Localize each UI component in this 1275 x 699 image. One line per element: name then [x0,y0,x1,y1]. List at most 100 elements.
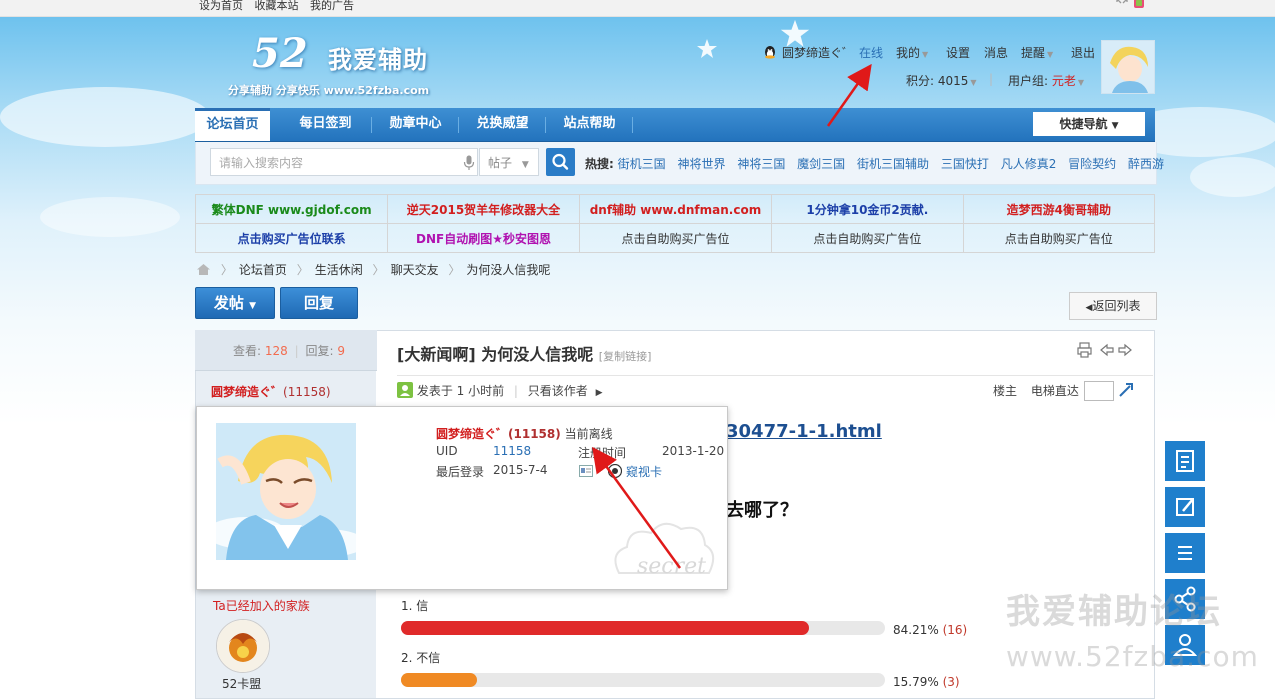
hot-word-link[interactable]: 神将世界 [677,157,725,171]
breadcrumb-separator: 〉 [296,263,309,277]
ad-cell[interactable]: 造梦西游4衡哥辅助 [962,194,1156,224]
breadcrumb-separator: 〉 [220,263,233,277]
ad-cell[interactable]: 点击购买广告位联系 [194,223,389,253]
hot-word-link[interactable]: 三国快打 [941,157,989,171]
ad-cell[interactable]: dnf辅助 www.dnfman.com [578,194,773,224]
divider [397,375,1153,376]
ad-cell[interactable]: 点击自助购买广告位 [578,223,773,253]
only-author-link[interactable]: 只看该作者 [528,384,588,398]
usergroup-menu[interactable]: 用户组: 元老 ▼ [1008,72,1084,89]
floor-number-input[interactable] [1084,381,1114,401]
peek-card-link[interactable]: 窥视卡 [626,463,662,480]
family-name[interactable]: 52卡盟 [222,675,261,692]
hot-word-link[interactable]: 街机三国辅助 [857,157,929,171]
poll-bar-track [401,621,885,635]
breadcrumb-forum-home[interactable]: 论坛首页 [239,263,287,277]
new-post-button[interactable]: 发帖 ▼ [195,287,275,319]
family-heading: Ta已经加入的家族 [213,599,310,613]
bookmark-link[interactable]: 收藏本站 [255,0,299,12]
color-theme-icon[interactable] [1134,0,1144,8]
nav-daily-signin[interactable]: 每日签到 [282,108,369,141]
reply-button[interactable]: 回复 [280,287,358,319]
my-menu[interactable]: 我的 ▼ [896,44,928,61]
ad-cell[interactable]: 逆天2015贺羊年修改器大全 [387,194,580,224]
logout-link[interactable]: 退出 [1071,44,1095,61]
microphone-icon[interactable] [463,155,475,171]
copy-link-button[interactable]: [复制链接] [599,350,652,363]
my-ads-link[interactable]: 我的广告 [310,0,354,12]
search-type-select[interactable]: 帖子 ▼ [479,148,539,176]
messages-link[interactable]: 消息 [984,44,1008,61]
views-label: 查看: [233,344,262,358]
print-icon[interactable] [1077,342,1092,358]
top-right-icons [1116,0,1146,13]
next-thread-icon[interactable] [1118,343,1132,357]
breadcrumb-current[interactable]: 为何没人信我呢 [466,263,550,277]
ad-row: 繁体DNF www.gjdof.com 逆天2015贺羊年修改器大全 dnf辅助… [194,194,1156,224]
hot-word-link[interactable]: 醉西游 [1128,157,1164,171]
post-question: 去哪了？ [726,500,798,521]
reminders-menu[interactable]: 提醒 ▼ [1021,44,1053,61]
search-placeholder: 请输入搜索内容 [219,156,304,170]
my-menu-label: 我的 [896,46,921,60]
ad-cell[interactable]: 1分钟拿10金币2贡献. [771,194,964,224]
replies-count: 9 [337,344,345,358]
go-floor-icon[interactable] [1118,382,1134,398]
quick-nav-button[interactable]: 快捷导航 ▼ [1033,112,1145,136]
post-link[interactable]: 30477-1-1.html [726,421,882,442]
breadcrumb-chat[interactable]: 聊天交友 [391,263,439,277]
star-icon [697,39,717,58]
user-avatar[interactable] [1101,40,1155,94]
logo-title[interactable]: 我爱辅助 [328,40,428,75]
nav-site-help[interactable]: 站点帮助 [546,108,633,141]
nav-forum-home[interactable]: 论坛首页 [195,108,270,141]
search-button[interactable] [546,148,575,176]
hot-word-link[interactable]: 凡人修真2 [1001,157,1057,171]
hot-word-link[interactable]: 魔剑三国 [797,157,845,171]
nav-exchange-prestige[interactable]: 兑换威望 [459,108,546,141]
back-to-list-button[interactable]: ◀返回列表 [1069,292,1157,320]
profile-card-icon[interactable] [579,465,593,477]
ad-cell[interactable]: 点击自助购买广告位 [962,223,1156,253]
set-homepage-link[interactable]: 设为首页 [199,0,243,12]
online-status-link[interactable]: 在线 [859,44,883,61]
home-icon[interactable] [196,263,211,276]
previous-thread-icon[interactable] [1100,343,1114,357]
poll-bar-fill [401,673,477,687]
views-count: 128 [264,344,288,358]
thread-tools [1077,342,1137,361]
username-link[interactable]: 圆梦缔造ぐ゛ [782,44,854,61]
side-edit-button[interactable] [1165,487,1205,527]
hot-word-link[interactable]: 神将三国 [737,157,785,171]
poll-bar-track [401,673,885,687]
points-menu[interactable]: 积分: 4015 ▼ [906,72,977,89]
poll-result: 84.21% (16) [893,623,967,637]
logo-number[interactable]: 52 [252,30,308,77]
dragon-emblem-icon [217,620,269,672]
edit-icon [1176,498,1194,516]
ad-cell[interactable]: DNF自动刷图★秒安图恩 [387,223,580,253]
profile-avatar[interactable] [206,423,366,560]
fullscreen-icon[interactable] [1116,0,1128,4]
profile-uid-value[interactable]: 11158 [493,444,531,458]
new-post-label: 发帖 [213,294,244,312]
profile-uid-paren: (11158) [508,427,561,441]
ad-cell[interactable]: 繁体DNF www.gjdof.com [194,194,389,224]
qq-penguin-icon [765,46,775,59]
breadcrumb-life[interactable]: 生活休闲 [315,263,363,277]
settings-link[interactable]: 设置 [946,44,970,61]
profile-last-date: 2015-7-4 [493,463,548,477]
search-input[interactable]: 请输入搜索内容 [210,148,478,176]
chevron-down-icon: ▼ [521,160,529,170]
ad-cell[interactable]: 点击自助购买广告位 [771,223,964,253]
nav-medal-center[interactable]: 勋章中心 [372,108,459,141]
side-notes-button[interactable] [1165,441,1205,481]
family-avatar[interactable] [216,619,270,673]
hot-word-link[interactable]: 冒险契约 [1068,157,1116,171]
post-author-link[interactable]: 圆梦缔造ぐ゛(11158) [211,383,331,400]
hot-word-link[interactable]: 街机三国 [618,157,666,171]
profile-name[interactable]: 圆梦缔造ぐ゛ [436,427,508,441]
divider: | [294,344,299,358]
post-meta: 发表于 1 小时前 | 只看该作者 ▶ [397,382,603,399]
side-menu-button[interactable] [1165,533,1205,573]
